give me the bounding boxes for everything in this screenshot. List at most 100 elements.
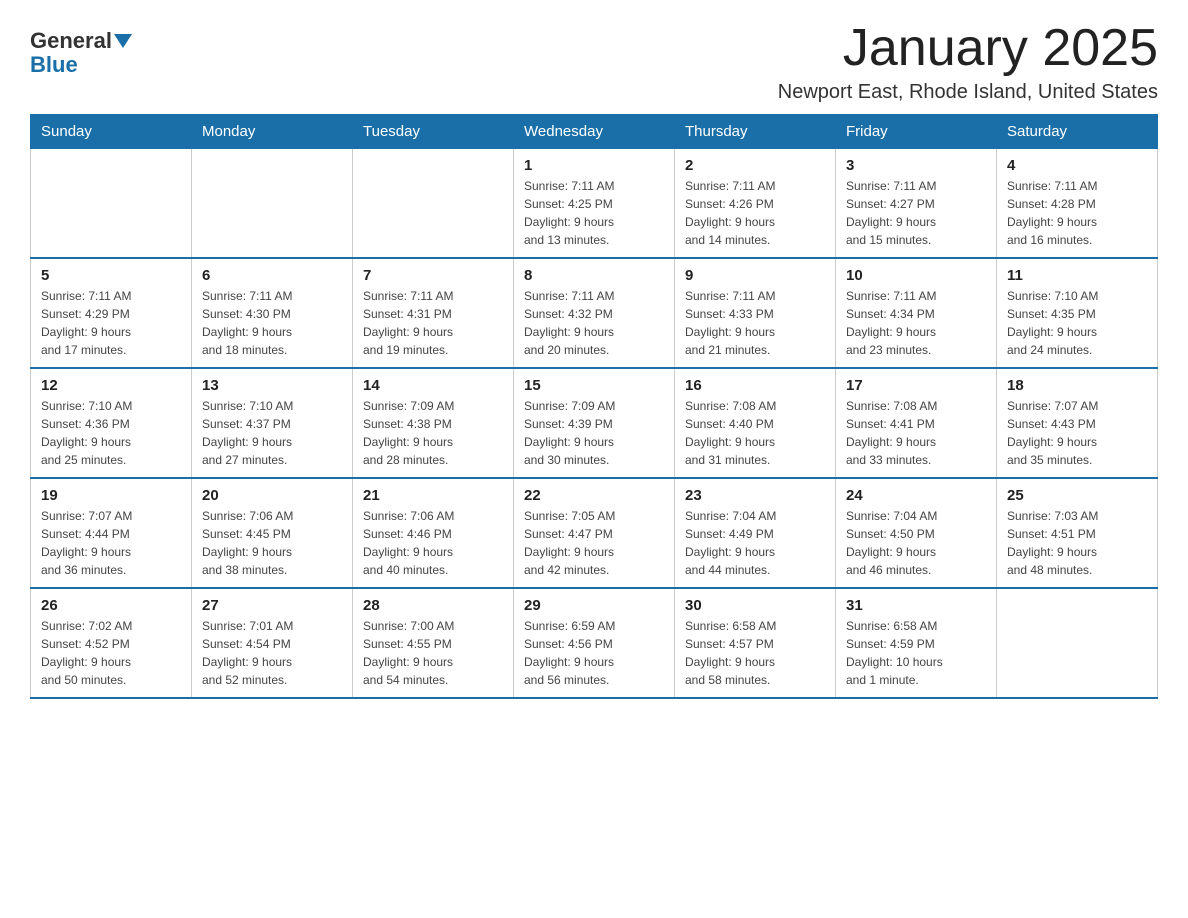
day-info: Sunrise: 7:09 AM Sunset: 4:38 PM Dayligh… — [363, 397, 503, 469]
day-info: Sunrise: 7:00 AM Sunset: 4:55 PM Dayligh… — [363, 617, 503, 689]
calendar-cell: 14Sunrise: 7:09 AM Sunset: 4:38 PM Dayli… — [353, 368, 514, 478]
day-number: 20 — [202, 487, 342, 504]
day-info: Sunrise: 7:11 AM Sunset: 4:34 PM Dayligh… — [846, 287, 986, 359]
day-info: Sunrise: 7:10 AM Sunset: 4:37 PM Dayligh… — [202, 397, 342, 469]
day-number: 30 — [685, 597, 825, 614]
day-number: 4 — [1007, 157, 1147, 174]
calendar-week-row: 19Sunrise: 7:07 AM Sunset: 4:44 PM Dayli… — [31, 478, 1158, 588]
calendar-cell: 10 Sunrise: 7:11 AM Sunset: 4:34 PM Dayli… — [836, 258, 997, 368]
day-number: 21 — [363, 487, 503, 504]
calendar-subtitle: Newport East, Rhode Island, United State… — [778, 81, 1158, 104]
day-info: Sunrise: 7:07 AM Sunset: 4:43 PM Dayligh… — [1007, 397, 1147, 469]
calendar-table: SundayMondayTuesdayWednesdayThursdayFrid… — [30, 114, 1158, 699]
day-number: 15 — [524, 377, 664, 394]
day-number: 7 — [363, 267, 503, 284]
day-info: Sunrise: 7:02 AM Sunset: 4:52 PM Dayligh… — [41, 617, 181, 689]
day-info: Sunrise: 6:58 AM Sunset: 4:57 PM Dayligh… — [685, 617, 825, 689]
day-number: 6 — [202, 267, 342, 284]
day-info: Sunrise: 7:03 AM Sunset: 4:51 PM Dayligh… — [1007, 507, 1147, 579]
calendar-week-row: 26 Sunrise: 7:02 AM Sunset: 4:52 PM Dayli… — [31, 588, 1158, 698]
day-info: Sunrise: 7:10 AM Sunset: 4:35 PM Dayligh… — [1007, 287, 1147, 359]
day-number: 8 — [524, 267, 664, 284]
calendar-title: January 2025 — [778, 20, 1158, 77]
day-number: 31 — [846, 597, 986, 614]
title-area: January 2025 Newport East, Rhode Island,… — [778, 20, 1158, 104]
day-number: 17 — [846, 377, 986, 394]
day-number: 26 — [41, 597, 181, 614]
calendar-cell: 17 Sunrise: 7:08 AM Sunset: 4:41 PM Dayli… — [836, 368, 997, 478]
day-number: 2 — [685, 157, 825, 174]
day-info: Sunrise: 7:04 AM Sunset: 4:50 PM Dayligh… — [846, 507, 986, 579]
day-info: Sunrise: 7:11 AM Sunset: 4:26 PM Dayligh… — [685, 177, 825, 249]
day-number: 28 — [363, 597, 503, 614]
calendar-cell — [192, 149, 353, 259]
day-info: Sunrise: 7:11 AM Sunset: 4:25 PM Dayligh… — [524, 177, 664, 249]
day-info: Sunrise: 7:11 AM Sunset: 4:28 PM Dayligh… — [1007, 177, 1147, 249]
day-info: Sunrise: 7:11 AM Sunset: 4:29 PM Dayligh… — [41, 287, 181, 359]
day-number: 23 — [685, 487, 825, 504]
day-info: Sunrise: 7:10 AM Sunset: 4:36 PM Dayligh… — [41, 397, 181, 469]
calendar-cell: 31 Sunrise: 6:58 AM Sunset: 4:59 PM Dayli… — [836, 588, 997, 698]
calendar-cell: 25 Sunrise: 7:03 AM Sunset: 4:51 PM Dayli… — [997, 478, 1158, 588]
calendar-header-saturday: Saturday — [997, 115, 1158, 149]
calendar-cell: 1 Sunrise: 7:11 AM Sunset: 4:25 PM Daylig… — [514, 149, 675, 259]
day-info: Sunrise: 7:08 AM Sunset: 4:41 PM Dayligh… — [846, 397, 986, 469]
day-info: Sunrise: 7:05 AM Sunset: 4:47 PM Dayligh… — [524, 507, 664, 579]
calendar-week-row: 1 Sunrise: 7:11 AM Sunset: 4:25 PM Daylig… — [31, 149, 1158, 259]
calendar-cell: 24 Sunrise: 7:04 AM Sunset: 4:50 PM Dayli… — [836, 478, 997, 588]
day-number: 18 — [1007, 377, 1147, 394]
day-number: 1 — [524, 157, 664, 174]
day-number: 10 — [846, 267, 986, 284]
calendar-header-monday: Monday — [192, 115, 353, 149]
day-number: 25 — [1007, 487, 1147, 504]
calendar-cell: 12 Sunrise: 7:10 AM Sunset: 4:36 PM Dayli… — [31, 368, 192, 478]
day-number: 24 — [846, 487, 986, 504]
calendar-cell — [353, 149, 514, 259]
day-info: Sunrise: 7:11 AM Sunset: 4:31 PM Dayligh… — [363, 287, 503, 359]
calendar-cell: 20 Sunrise: 7:06 AM Sunset: 4:45 PM Dayli… — [192, 478, 353, 588]
calendar-cell: 21 Sunrise: 7:06 AM Sunset: 4:46 PM Dayli… — [353, 478, 514, 588]
calendar-cell: 29 Sunrise: 6:59 AM Sunset: 4:56 PM Dayli… — [514, 588, 675, 698]
day-info: Sunrise: 6:58 AM Sunset: 4:59 PM Dayligh… — [846, 617, 986, 689]
day-number: 29 — [524, 597, 664, 614]
day-info: Sunrise: 7:11 AM Sunset: 4:33 PM Dayligh… — [685, 287, 825, 359]
calendar-cell: 7 Sunrise: 7:11 AM Sunset: 4:31 PM Daylig… — [353, 258, 514, 368]
day-info: Sunrise: 7:11 AM Sunset: 4:30 PM Dayligh… — [202, 287, 342, 359]
calendar-header-row: SundayMondayTuesdayWednesdayThursdayFrid… — [31, 115, 1158, 149]
day-info: Sunrise: 7:08 AM Sunset: 4:40 PM Dayligh… — [685, 397, 825, 469]
day-info: Sunrise: 6:59 AM Sunset: 4:56 PM Dayligh… — [524, 617, 664, 689]
day-number: 19 — [41, 487, 181, 504]
calendar-cell: 15 Sunrise: 7:09 AM Sunset: 4:39 PM Dayli… — [514, 368, 675, 478]
day-info: Sunrise: 7:06 AM Sunset: 4:46 PM Dayligh… — [363, 507, 503, 579]
logo-text-blue: Blue — [30, 52, 78, 78]
day-number: 12 — [41, 377, 181, 394]
calendar-cell: 30 Sunrise: 6:58 AM Sunset: 4:57 PM Dayli… — [675, 588, 836, 698]
day-number: 11 — [1007, 267, 1147, 284]
day-number: 13 — [202, 377, 342, 394]
calendar-header-tuesday: Tuesday — [353, 115, 514, 149]
calendar-header-thursday: Thursday — [675, 115, 836, 149]
day-number: 27 — [202, 597, 342, 614]
day-info: Sunrise: 7:01 AM Sunset: 4:54 PM Dayligh… — [202, 617, 342, 689]
calendar-cell — [31, 149, 192, 259]
calendar-cell: 5 Sunrise: 7:11 AM Sunset: 4:29 PM Daylig… — [31, 258, 192, 368]
calendar-cell: 27 Sunrise: 7:01 AM Sunset: 4:54 PM Dayli… — [192, 588, 353, 698]
calendar-header-sunday: Sunday — [31, 115, 192, 149]
day-number: 9 — [685, 267, 825, 284]
day-info: Sunrise: 7:06 AM Sunset: 4:45 PM Dayligh… — [202, 507, 342, 579]
calendar-cell: 28 Sunrise: 7:00 AM Sunset: 4:55 PM Dayli… — [353, 588, 514, 698]
calendar-cell: 18 Sunrise: 7:07 AM Sunset: 4:43 PM Dayli… — [997, 368, 1158, 478]
day-info: Sunrise: 7:09 AM Sunset: 4:39 PM Dayligh… — [524, 397, 664, 469]
calendar-header-friday: Friday — [836, 115, 997, 149]
day-number: 22 — [524, 487, 664, 504]
day-info: Sunrise: 7:04 AM Sunset: 4:49 PM Dayligh… — [685, 507, 825, 579]
calendar-cell: 9 Sunrise: 7:11 AM Sunset: 4:33 PM Daylig… — [675, 258, 836, 368]
logo: General Blue — [30, 20, 132, 78]
calendar-week-row: 5 Sunrise: 7:11 AM Sunset: 4:29 PM Daylig… — [31, 258, 1158, 368]
day-number: 16 — [685, 377, 825, 394]
logo-text-general: General — [30, 30, 112, 52]
calendar-cell: 11 Sunrise: 7:10 AM Sunset: 4:35 PM Dayli… — [997, 258, 1158, 368]
calendar-cell: 8Sunrise: 7:11 AM Sunset: 4:32 PM Daylig… — [514, 258, 675, 368]
calendar-cell: 16 Sunrise: 7:08 AM Sunset: 4:40 PM Dayli… — [675, 368, 836, 478]
day-number: 5 — [41, 267, 181, 284]
